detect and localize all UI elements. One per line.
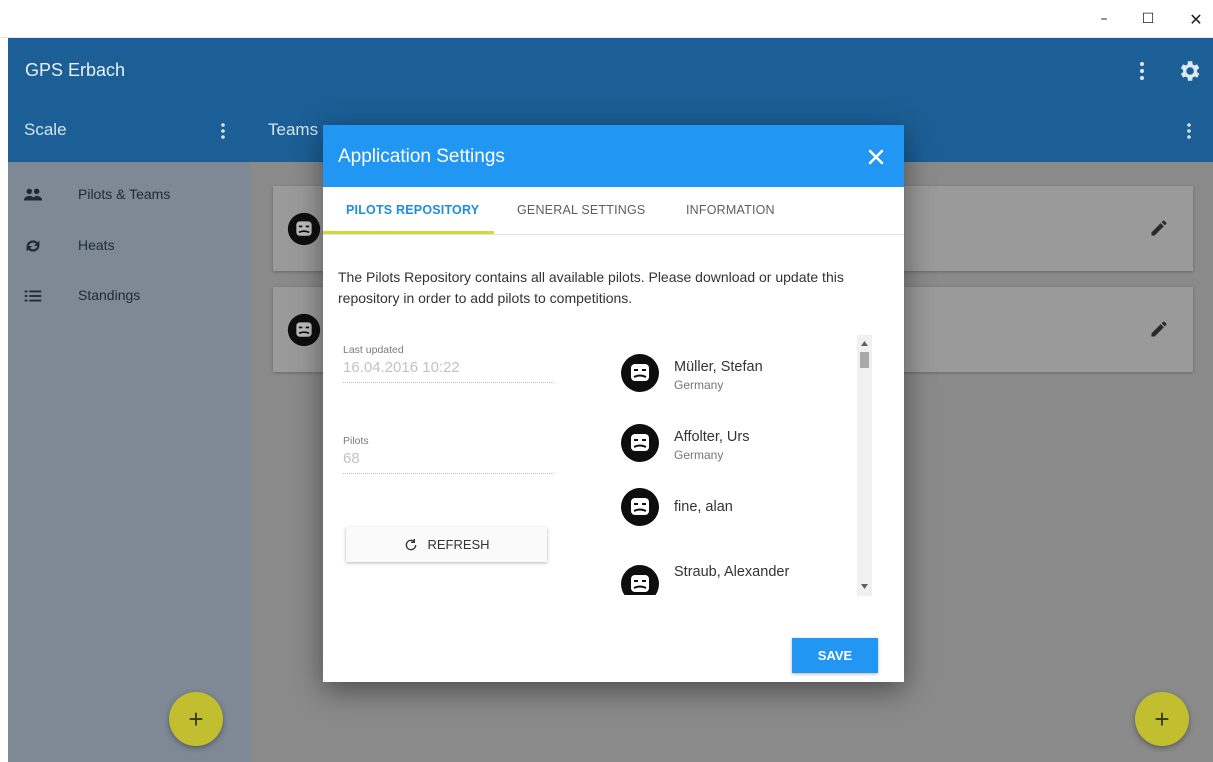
add-button[interactable]: + (169, 692, 223, 746)
dialog-title: Application Settings (338, 146, 505, 167)
pilot-name: Müller, Stefan (674, 359, 763, 375)
sidebar-item-pilots-teams[interactable]: Pilots & Teams (8, 176, 250, 214)
tab-pilots-repository[interactable]: PILOTS REPOSITORY (346, 203, 479, 217)
refresh-label: REFRESH (427, 537, 490, 552)
gear-icon[interactable] (1176, 58, 1202, 84)
add-team-button[interactable]: + (1135, 692, 1189, 746)
tab-general-settings[interactable]: GENERAL SETTINGS (517, 203, 645, 217)
list-item[interactable]: Müller, Stefan Germany (614, 335, 857, 395)
list-item[interactable]: Affolter, Urs Germany (614, 405, 857, 465)
more-vert-icon[interactable] (217, 120, 229, 142)
active-tab-indicator (323, 231, 494, 234)
sidebar-item-heats[interactable]: Heats (8, 227, 250, 265)
save-button[interactable]: SAVE (792, 638, 878, 673)
field-label: Pilots (343, 435, 369, 447)
minimize-button[interactable]: – (1093, 8, 1115, 30)
edit-icon[interactable] (1149, 319, 1169, 339)
pilot-avatar-icon (621, 488, 659, 526)
field-underline (343, 473, 554, 474)
field-underline (343, 382, 554, 383)
pilot-list[interactable]: Müller, Stefan Germany Affolter, Urs Ger… (614, 335, 857, 595)
scroll-thumb[interactable] (860, 352, 869, 368)
sidebar-item-label: Pilots & Teams (78, 186, 171, 202)
sidebar-item-standings[interactable]: Standings (8, 277, 250, 315)
repository-description: The Pilots Repository contains all avail… (338, 269, 844, 306)
list-item[interactable]: fine, alan (614, 475, 857, 535)
dialog-tabs: PILOTS REPOSITORY GENERAL SETTINGS INFOR… (323, 187, 904, 235)
window-close-button[interactable]: ✕ (1185, 8, 1207, 30)
list-item[interactable]: Straub, Alexander (614, 540, 857, 595)
pilot-avatar-icon (621, 565, 659, 595)
pilot-name: Affolter, Urs (674, 429, 750, 445)
pilot-name: Straub, Alexander (674, 564, 790, 580)
pilot-country: Germany (674, 448, 724, 462)
scroll-up-arrow-icon[interactable] (857, 335, 872, 351)
edit-icon[interactable] (1149, 218, 1169, 238)
tab-information[interactable]: INFORMATION (686, 203, 775, 217)
sidebar-item-label: Heats (78, 237, 115, 253)
pilot-avatar-icon (287, 313, 321, 347)
sidebar-item-label: Standings (78, 287, 141, 303)
maximize-button[interactable]: ☐ (1137, 8, 1159, 30)
window-titlebar: – ☐ ✕ (0, 0, 1213, 38)
field-value: 16.04.2016 10:22 (343, 359, 460, 376)
pilot-name: fine, alan (674, 499, 733, 515)
refresh-icon (26, 240, 40, 252)
right-panel-title: Teams (268, 120, 319, 139)
close-icon[interactable] (864, 145, 888, 169)
list-icon (24, 290, 42, 302)
pilot-avatar-icon (621, 354, 659, 392)
dialog-header: Application Settings (323, 125, 904, 187)
sidebar: Pilots & Teams Heats Standings (8, 162, 250, 762)
pilot-avatar-icon (287, 212, 321, 246)
more-vert-icon[interactable] (1136, 58, 1148, 84)
application-settings-dialog: Application Settings PILOTS REPOSITORY G… (323, 125, 904, 682)
app-window: GPS Erbach Scale Teams Pilots & Teams He… (8, 38, 1213, 762)
field-value: 68 (343, 450, 360, 467)
pilot-list-scrollbar[interactable] (857, 335, 872, 596)
scroll-down-arrow-icon[interactable] (857, 578, 872, 594)
app-title: GPS Erbach (25, 60, 126, 80)
pilot-avatar-icon (621, 424, 659, 462)
field-label: Last updated (343, 344, 404, 356)
left-panel-title: Scale (24, 120, 67, 139)
refresh-button[interactable]: REFRESH (346, 527, 547, 562)
pilot-country: Germany (674, 378, 724, 392)
more-vert-icon[interactable] (1183, 120, 1195, 142)
refresh-icon (406, 538, 417, 550)
people-icon (23, 188, 43, 201)
